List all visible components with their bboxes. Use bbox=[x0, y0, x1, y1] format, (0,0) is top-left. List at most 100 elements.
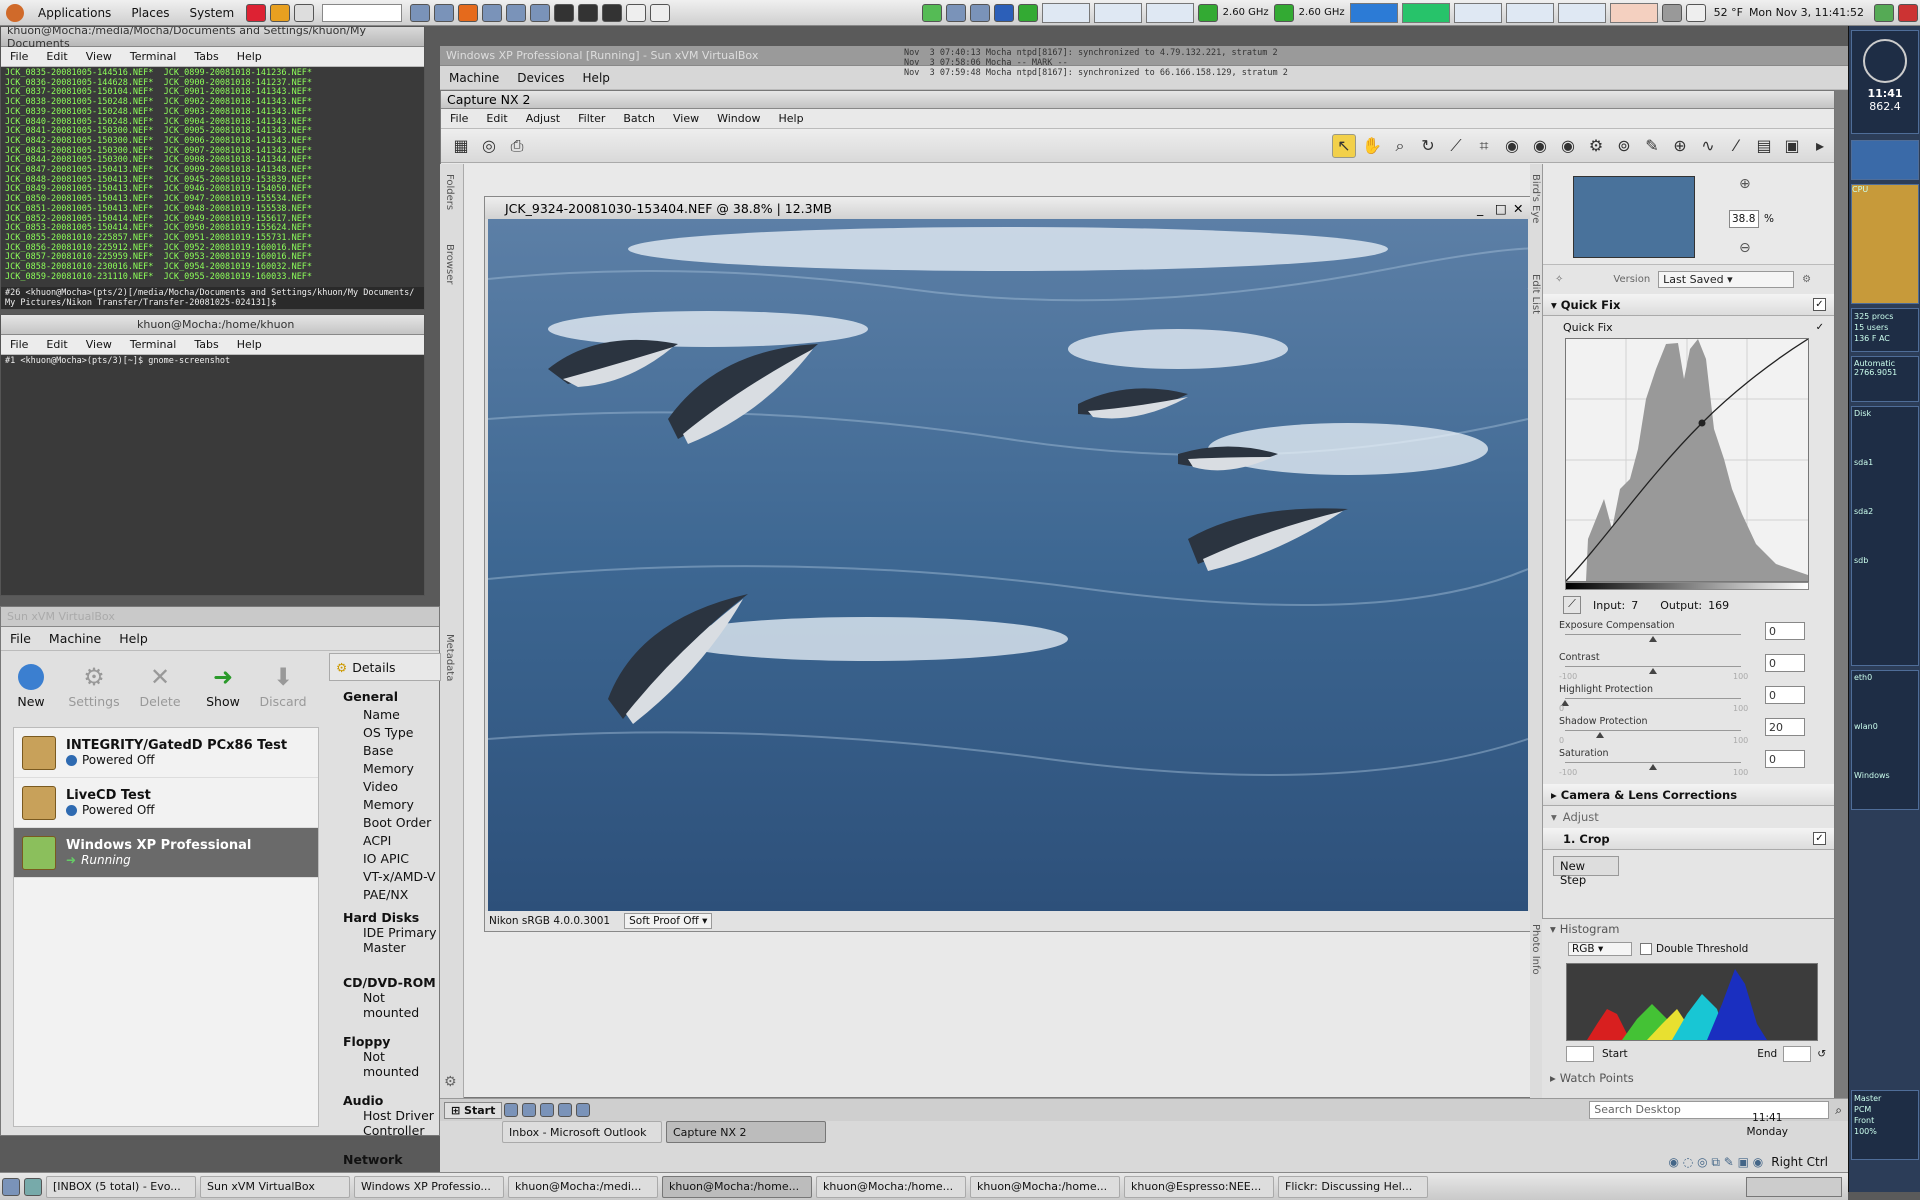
fill-icon[interactable]: ▣ bbox=[1780, 134, 1804, 158]
tab-details[interactable]: ⚙ Details bbox=[329, 653, 441, 681]
firefox-icon[interactable] bbox=[458, 3, 479, 22]
discard-button[interactable]: ⬇ Discard bbox=[253, 664, 313, 709]
menu-machine[interactable]: Machine bbox=[40, 631, 110, 646]
straighten-icon[interactable]: ⟋ bbox=[1444, 134, 1468, 158]
coffee-icon[interactable] bbox=[626, 3, 647, 22]
menu-view[interactable]: View bbox=[664, 112, 708, 125]
menu-batch[interactable]: Batch bbox=[614, 112, 664, 125]
menu-file[interactable]: File bbox=[1, 338, 37, 351]
vm-item[interactable]: LiveCD Test Powered Off bbox=[14, 778, 318, 828]
dolphin-photo[interactable] bbox=[488, 219, 1528, 911]
brush-icon[interactable]: ✎ bbox=[1640, 134, 1664, 158]
slider-value-input[interactable]: 0 bbox=[1765, 622, 1805, 640]
launcher-icon[interactable] bbox=[482, 3, 503, 22]
tab-photo-info[interactable]: Photo Info bbox=[1530, 924, 1541, 975]
taskbar-item[interactable]: Sun xVM VirtualBox bbox=[200, 1175, 350, 1198]
quickfix-header[interactable]: ▾ Quick Fix ✓ bbox=[1543, 294, 1834, 316]
zoom-in-icon[interactable]: ⊕ bbox=[1739, 176, 1751, 192]
menu-file[interactable]: File bbox=[1, 631, 40, 646]
taskbar-item[interactable]: khuon@Mocha:/home... bbox=[970, 1175, 1120, 1198]
notification-icon[interactable] bbox=[921, 3, 942, 22]
camera-lens-header[interactable]: ▸ Camera & Lens Corrections bbox=[1543, 784, 1834, 806]
quickfix-checkbox[interactable]: ✓ bbox=[1813, 298, 1826, 311]
slider-knob[interactable] bbox=[1649, 668, 1657, 674]
monitor-icon[interactable] bbox=[578, 3, 599, 22]
slider-knob[interactable] bbox=[1596, 732, 1605, 738]
menu-file[interactable]: File bbox=[1, 50, 37, 63]
launcher-icon[interactable] bbox=[506, 3, 527, 22]
volume-icon[interactable] bbox=[1661, 3, 1682, 22]
minimize-icon[interactable]: _ bbox=[1477, 201, 1489, 216]
settings-icon[interactable]: ⚙ bbox=[1802, 274, 1811, 285]
check-icon[interactable]: ✓ bbox=[1816, 322, 1824, 333]
user-icon[interactable] bbox=[1874, 3, 1894, 22]
taskbar-item[interactable]: Flickr: Discussing Hel... bbox=[1278, 1175, 1428, 1198]
watch-points-header[interactable]: ▸ Watch Points bbox=[1542, 1067, 1834, 1089]
white-point-icon[interactable]: ◉ bbox=[1528, 134, 1552, 158]
slider-track[interactable] bbox=[1565, 762, 1741, 763]
launcher-icon[interactable] bbox=[294, 3, 315, 22]
menu-view[interactable]: View bbox=[77, 338, 121, 351]
window-title[interactable]: Sun xVM VirtualBox bbox=[1, 607, 439, 627]
taskbar-item[interactable]: Windows XP Professio... bbox=[354, 1175, 504, 1198]
search-icon[interactable]: ⌕ bbox=[1835, 1103, 1842, 1118]
menu-terminal[interactable]: Terminal bbox=[121, 50, 186, 63]
taskbar-item[interactable]: khuon@Mocha:/home... bbox=[662, 1175, 812, 1198]
monitor-icon[interactable] bbox=[602, 3, 623, 22]
show-desktop-icon[interactable] bbox=[2, 1177, 20, 1196]
quicklaunch-icon[interactable] bbox=[558, 1103, 573, 1117]
slider-value-input[interactable]: 0 bbox=[1765, 686, 1805, 704]
version-select[interactable]: Last Saved ▾ bbox=[1658, 271, 1795, 288]
taskbar-item[interactable]: khuon@Mocha:/home... bbox=[816, 1175, 966, 1198]
start-input[interactable] bbox=[1566, 1046, 1594, 1062]
tray-icon[interactable] bbox=[969, 3, 990, 22]
weather-temp[interactable]: 52 °F bbox=[1714, 6, 1743, 19]
menu-edit[interactable]: Edit bbox=[37, 338, 76, 351]
slider-track[interactable] bbox=[1565, 698, 1741, 699]
reset-icon[interactable]: ↺ bbox=[1817, 1048, 1826, 1060]
maximize-icon[interactable]: □ bbox=[1495, 201, 1507, 216]
adjust-header[interactable]: ▾ Adjust bbox=[1543, 806, 1834, 828]
slider-track[interactable] bbox=[1565, 634, 1741, 635]
workspace-icon[interactable]: ▦ bbox=[449, 134, 473, 158]
lasso-icon[interactable]: ∿ bbox=[1696, 134, 1720, 158]
zoom-input[interactable]: 38.8 bbox=[1729, 210, 1759, 228]
camera-icon[interactable]: ◎ bbox=[477, 134, 501, 158]
menu-help[interactable]: Help bbox=[110, 631, 157, 646]
control-point-icon[interactable]: ⊕ bbox=[1668, 134, 1692, 158]
more-tools-icon[interactable]: ▸ bbox=[1808, 134, 1832, 158]
quicklaunch-icon[interactable] bbox=[576, 1103, 591, 1117]
menu-filter[interactable]: Filter bbox=[569, 112, 614, 125]
menu-terminal[interactable]: Terminal bbox=[121, 338, 186, 351]
xp-task-capture-nx[interactable]: Capture NX 2 bbox=[666, 1121, 826, 1143]
slider-track[interactable] bbox=[1565, 730, 1741, 731]
xp-task-outlook[interactable]: Inbox - Microsoft Outlook bbox=[502, 1121, 662, 1143]
curves-graph[interactable] bbox=[1565, 338, 1809, 582]
slider-value-input[interactable]: 0 bbox=[1765, 750, 1805, 768]
slider-value-input[interactable]: 0 bbox=[1765, 654, 1805, 672]
help-icon[interactable] bbox=[246, 3, 267, 22]
direct-select-icon[interactable]: ↖ bbox=[1332, 133, 1356, 158]
settings-icon[interactable]: ⚙ bbox=[444, 1074, 457, 1090]
quicklaunch-icon[interactable] bbox=[522, 1103, 537, 1117]
histogram-header[interactable]: ▾ Histogram bbox=[1542, 919, 1834, 939]
terminal-output[interactable]: #1 <khuon@Mocha>(pts/3)[~]$ gnome-screen… bbox=[1, 355, 424, 591]
tab-birds-eye[interactable]: Bird's Eye bbox=[1530, 174, 1541, 223]
neutral-point-icon[interactable]: ◉ bbox=[1556, 134, 1580, 158]
end-input[interactable] bbox=[1783, 1046, 1812, 1062]
menu-help[interactable]: Help bbox=[228, 50, 271, 63]
menu-system[interactable]: System bbox=[179, 6, 244, 20]
tab-folders[interactable]: Folders bbox=[444, 174, 455, 210]
window-title[interactable]: Capture NX 2 bbox=[441, 91, 1834, 109]
menu-applications[interactable]: Applications bbox=[28, 6, 121, 20]
menu-edit[interactable]: Edit bbox=[477, 112, 516, 125]
menu-window[interactable]: Window bbox=[708, 112, 769, 125]
menu-help[interactable]: Help bbox=[769, 112, 812, 125]
soft-proof-select[interactable]: Soft Proof Off ▾ bbox=[624, 913, 713, 929]
bluetooth-icon[interactable] bbox=[993, 3, 1014, 22]
slider-knob[interactable] bbox=[1649, 636, 1657, 642]
birds-eye-thumbnail[interactable] bbox=[1573, 176, 1695, 258]
taskbar-item[interactable]: khuon@Mocha:/medi... bbox=[508, 1175, 658, 1198]
hand-icon[interactable]: ✋ bbox=[1360, 134, 1384, 158]
desktop-search-input[interactable]: Search Desktop bbox=[1589, 1101, 1830, 1119]
